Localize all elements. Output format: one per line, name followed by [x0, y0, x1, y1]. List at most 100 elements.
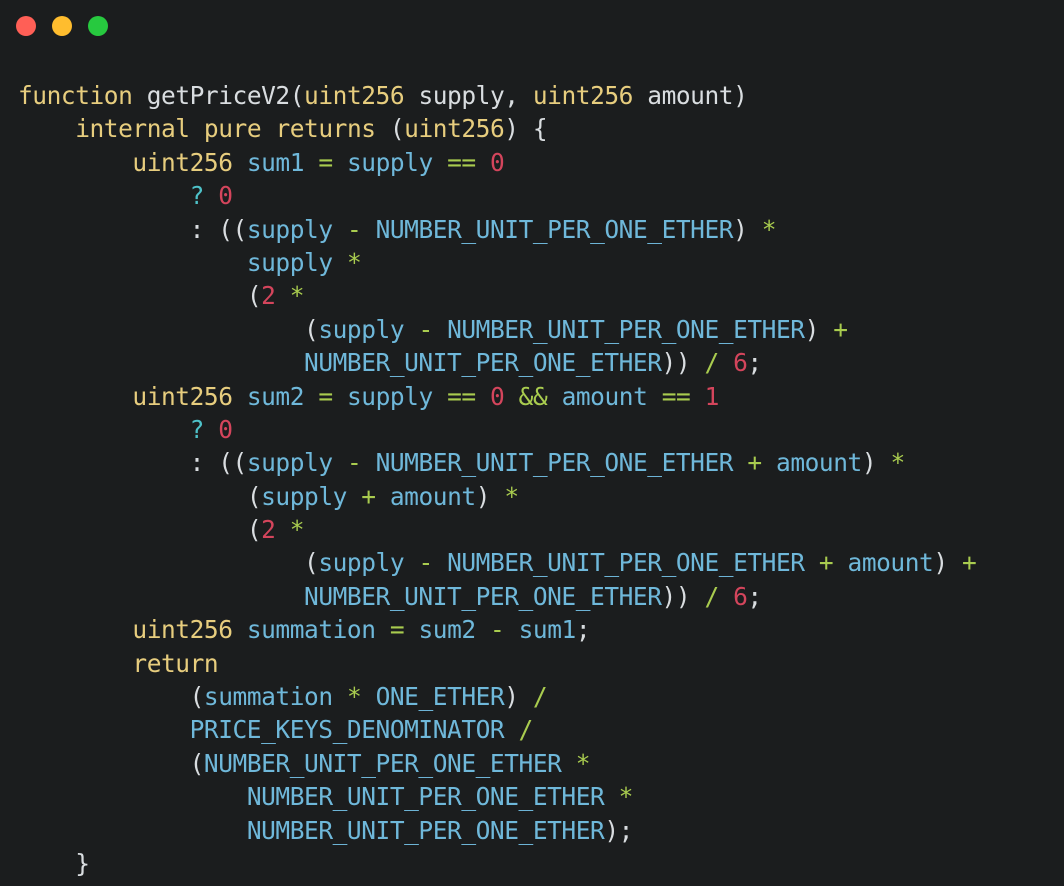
code-token-num: 0 — [218, 414, 233, 444]
code-token-op: * — [890, 448, 905, 478]
code-token-var: sum2 — [246, 381, 305, 411]
code-token-punc: ; — [747, 348, 762, 378]
code-token-op: == — [447, 381, 476, 411]
code-line: : ((supply - NUMBER_UNIT_PER_ONE_ETHER) … — [18, 213, 1064, 246]
maximize-button-icon[interactable] — [88, 16, 108, 36]
code-token-punc: ) — [804, 314, 820, 344]
code-token-var: supply — [246, 214, 333, 244]
code-line: : ((supply - NUMBER_UNIT_PER_ONE_ETHER +… — [18, 446, 1064, 479]
code-line: (supply - NUMBER_UNIT_PER_ONE_ETHER) + — [18, 313, 1064, 346]
code-token-const: NUMBER_UNIT_PER_ONE_ETHER — [304, 581, 662, 611]
code-token-cond: ? — [189, 181, 205, 211]
code-token-punc: (( — [203, 214, 247, 244]
code-token-op: - — [346, 448, 362, 478]
code-token-op: * — [346, 247, 362, 277]
code-token-op: / — [532, 682, 548, 712]
code-token-num: 1 — [704, 381, 720, 411]
code-line: uint256 summation = sum2 - sum1; — [18, 613, 1064, 646]
code-line: (2 * — [18, 279, 1064, 312]
code-token-var: amount — [389, 481, 476, 511]
minimize-button-icon[interactable] — [52, 16, 72, 36]
code-token-op: + — [361, 481, 376, 511]
code-token-op: * — [761, 214, 777, 244]
code-token-var: supply — [261, 481, 347, 511]
code-token-op: + — [818, 548, 834, 578]
code-line: uint256 sum1 = supply == 0 — [18, 146, 1064, 179]
code-token-kw: returns — [275, 114, 376, 144]
code-token-num: 0 — [218, 181, 233, 211]
code-token-punc: ; — [575, 615, 591, 645]
code-token-op: * — [289, 515, 305, 545]
code-line: PRICE_KEYS_DENOMINATOR / — [18, 713, 1064, 746]
code-token-punc: : — [189, 214, 205, 244]
code-token-plain: supply — [404, 81, 505, 110]
code-token-var: supply — [246, 247, 333, 277]
code-token-var: supply — [346, 147, 433, 177]
code-token-fn: getPriceV2 — [146, 81, 290, 110]
code-token-var: sum2 — [418, 615, 476, 645]
code-token-op: - — [489, 615, 505, 645]
code-block[interactable]: function getPriceV2(uint256 supply, uint… — [0, 52, 1064, 880]
code-token-punc: ) — [933, 548, 948, 578]
code-token-type: uint256 — [304, 81, 405, 110]
close-button-icon[interactable] — [16, 16, 36, 36]
code-token-const: NUMBER_UNIT_PER_ONE_ETHER — [375, 448, 734, 478]
code-line: uint256 sum2 = supply == 0 && amount == … — [18, 380, 1064, 413]
code-token-var: supply — [346, 381, 433, 411]
code-token-punc: ) — [733, 214, 748, 244]
code-token-kw: internal — [75, 114, 190, 144]
code-token-op: == — [447, 147, 476, 177]
code-line: (NUMBER_UNIT_PER_ONE_ETHER * — [18, 747, 1064, 780]
code-token-op: * — [346, 682, 362, 712]
code-token-kw: function — [18, 81, 133, 110]
code-line: return — [18, 647, 1064, 680]
code-token-type: uint256 — [532, 81, 634, 110]
code-token-type: uint256 — [132, 147, 233, 177]
code-line: (supply + amount) * — [18, 480, 1064, 513]
code-line: NUMBER_UNIT_PER_ONE_ETHER)) / 6; — [18, 346, 1064, 379]
code-token-punc: ( — [246, 515, 262, 545]
code-token-punc: ) { — [504, 114, 548, 144]
code-token-op: * — [289, 281, 305, 311]
code-token-op: && — [518, 381, 548, 411]
code-token-cond: ? — [189, 414, 205, 444]
code-token-var: amount — [776, 448, 862, 478]
